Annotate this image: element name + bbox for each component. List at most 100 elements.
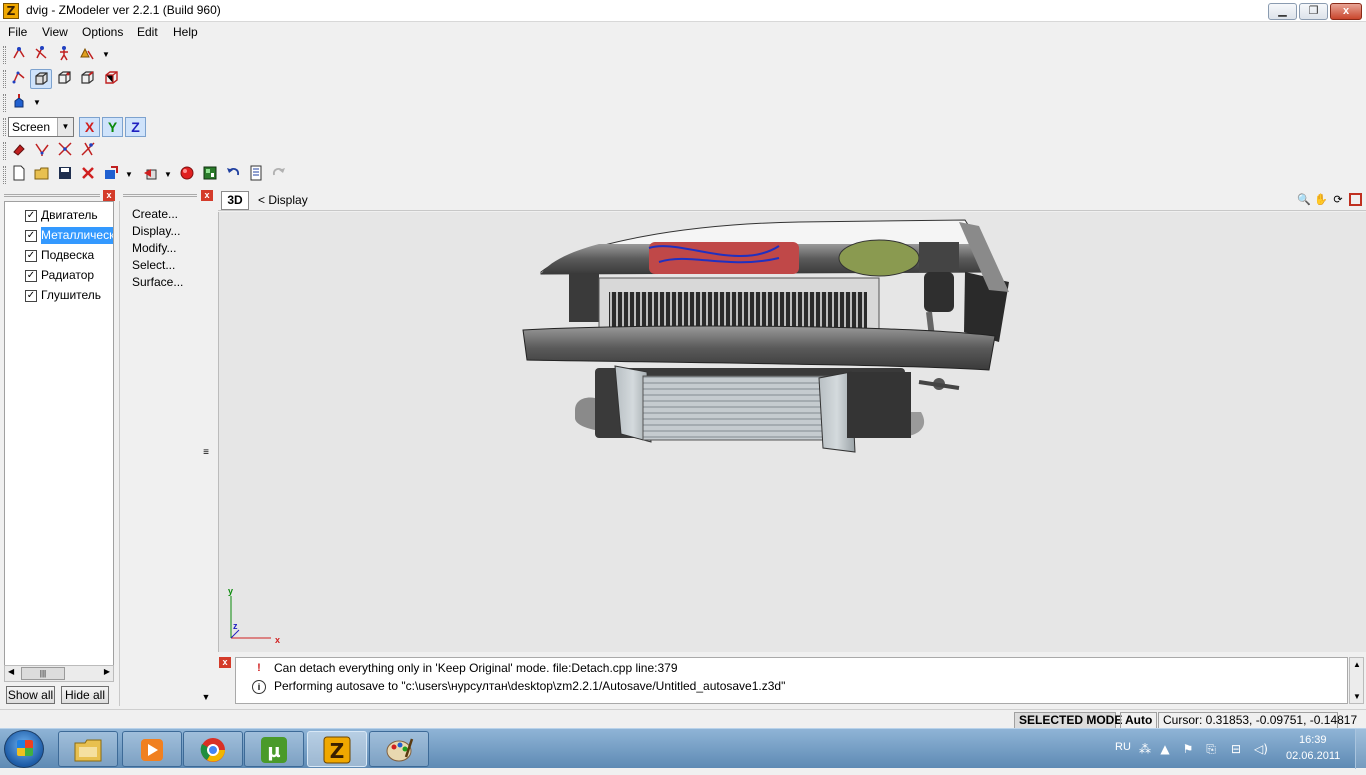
maximize-button[interactable]: ❐ (1299, 3, 1328, 20)
scroll-left-icon[interactable]: ◀ (8, 667, 14, 676)
new-file-icon[interactable] (8, 165, 30, 185)
checkbox[interactable]: ✓ (25, 290, 37, 302)
objects-list[interactable]: ✓ Двигатель ✓ Металлическ ✓ Подвеска ✓ Р… (4, 201, 114, 682)
chevron-down-icon[interactable]: ▼ (101, 45, 111, 65)
axis-y-toggle[interactable]: Y (102, 117, 123, 137)
menu-edit[interactable]: Edit (137, 25, 158, 39)
status-auto[interactable]: Auto (1120, 712, 1157, 729)
chevron-down-icon[interactable]: ▼ (32, 93, 42, 113)
menu-help[interactable]: Help (173, 25, 198, 39)
orbit-icon[interactable]: ⟳ (1330, 192, 1346, 208)
3d-viewport[interactable]: y x z (218, 212, 1366, 652)
render-icon[interactable] (176, 165, 198, 185)
select-edge-icon[interactable] (30, 45, 52, 65)
paint-icon[interactable] (8, 141, 30, 161)
create-command[interactable]: Create... (132, 207, 178, 221)
checkbox[interactable]: ✓ (25, 230, 37, 242)
chevron-down-icon[interactable]: ▼ (163, 165, 173, 185)
action-center-icon[interactable]: ⚑ (1180, 741, 1196, 757)
toolbar-grip[interactable] (3, 46, 6, 64)
surface-command[interactable]: Surface... (132, 275, 183, 289)
media-player-icon[interactable] (122, 731, 182, 767)
scroll-up-icon[interactable]: ▲ (1353, 660, 1361, 669)
scroll-down-icon[interactable]: ▼ (200, 692, 212, 704)
start-button[interactable] (4, 730, 44, 768)
vertex-mode-icon[interactable] (8, 69, 30, 89)
checkbox[interactable]: ✓ (25, 250, 37, 262)
create-object-icon[interactable] (8, 93, 30, 113)
import-icon[interactable] (100, 165, 122, 185)
log-scrollbar[interactable]: ▲ ▼ (1349, 657, 1364, 704)
scrollbar-thumb[interactable]: ||| (21, 667, 65, 680)
checkbox[interactable]: ✓ (25, 270, 37, 282)
maximize-viewport-icon[interactable] (1349, 193, 1362, 206)
horizontal-scrollbar[interactable]: ◀ ||| ▶ (4, 665, 114, 682)
checkbox[interactable]: ✓ (25, 210, 37, 222)
explorer-icon[interactable] (58, 731, 118, 767)
list-item[interactable]: ✓ Глушитель (7, 287, 113, 305)
close-objects-panel-icon[interactable]: x (103, 190, 115, 201)
toolbar-grip[interactable] (3, 118, 6, 136)
object-mode-icon[interactable] (30, 69, 52, 89)
select-mode-icon[interactable] (76, 45, 98, 65)
modify-command[interactable]: Modify... (132, 241, 176, 255)
menu-file[interactable]: File (8, 25, 27, 39)
hide-all-button[interactable]: Hide all (61, 686, 109, 704)
show-desktop-button[interactable] (1355, 729, 1366, 769)
surface-mode-icon[interactable] (100, 69, 122, 89)
coord-system-select[interactable]: Screen ▼ (8, 117, 74, 137)
axis-z-toggle[interactable]: Z (125, 117, 146, 137)
toolbar-grip[interactable] (3, 166, 6, 184)
zoom-icon[interactable]: 🔍 (1296, 192, 1312, 208)
toolbar-grip[interactable] (3, 70, 6, 88)
rotate-icon[interactable] (54, 141, 76, 161)
move-icon[interactable] (31, 141, 53, 161)
clock-date[interactable]: 02.06.2011 (1286, 750, 1340, 762)
clock-time[interactable]: 16:39 (1299, 734, 1327, 746)
chrome-icon[interactable] (183, 731, 243, 767)
usb-icon[interactable]: ⎘ (1203, 741, 1219, 757)
toolbar-grip[interactable] (3, 94, 6, 112)
chevron-down-icon[interactable]: ▼ (124, 165, 134, 185)
zmodeler-icon[interactable]: Z (307, 731, 367, 767)
log-list[interactable]: ! Can detach everything only in 'Keep Or… (235, 657, 1348, 704)
show-hidden-icons-icon[interactable]: ▲ (1157, 741, 1173, 757)
select-command[interactable]: Select... (132, 258, 175, 272)
save-icon[interactable] (54, 165, 76, 185)
undo-icon[interactable] (222, 165, 244, 185)
volume-icon[interactable]: ◁) (1253, 741, 1269, 757)
utorrent-icon[interactable]: µ (244, 731, 304, 767)
language-indicator[interactable]: RU (1115, 741, 1131, 753)
select-vertex-icon[interactable] (8, 45, 30, 65)
viewport-breadcrumb[interactable]: < Display (258, 193, 308, 207)
help-icon[interactable]: ⁂ (1137, 741, 1153, 757)
face-mode-icon[interactable] (53, 69, 75, 89)
scroll-down-icon[interactable]: ▼ (1353, 692, 1361, 701)
view-mode-button[interactable]: 3D (221, 191, 249, 210)
toolbar-grip[interactable] (3, 142, 6, 160)
scale-icon[interactable] (77, 141, 99, 161)
list-item[interactable]: ✓ Подвеска (7, 247, 113, 265)
paint-icon[interactable] (369, 731, 429, 767)
show-all-button[interactable]: Show all (6, 686, 55, 704)
list-item[interactable]: ✓ Металлическ (7, 227, 113, 245)
materials-icon[interactable] (199, 165, 221, 185)
display-command[interactable]: Display... (132, 224, 180, 238)
close-button[interactable]: x (1330, 3, 1362, 20)
pan-hand-icon[interactable]: ✋ (1313, 192, 1329, 208)
redo-icon[interactable] (268, 165, 290, 185)
list-item[interactable]: ✓ Двигатель (7, 207, 113, 225)
properties-icon[interactable] (245, 165, 267, 185)
menu-options[interactable]: Options (82, 25, 123, 39)
panel-grip[interactable] (4, 194, 100, 197)
edge-mode-icon[interactable] (76, 69, 98, 89)
close-log-panel-icon[interactable]: x (219, 657, 231, 668)
menu-view[interactable]: View (42, 25, 68, 39)
scroll-right-icon[interactable]: ▶ (104, 667, 110, 676)
splitter-grip-icon[interactable]: ≡ (201, 447, 211, 459)
select-figure-icon[interactable] (53, 45, 75, 65)
list-item[interactable]: ✓ Радиатор (7, 267, 113, 285)
delete-icon[interactable] (77, 165, 99, 185)
open-folder-icon[interactable] (31, 165, 53, 185)
minimize-button[interactable]: ▁ (1268, 3, 1297, 20)
